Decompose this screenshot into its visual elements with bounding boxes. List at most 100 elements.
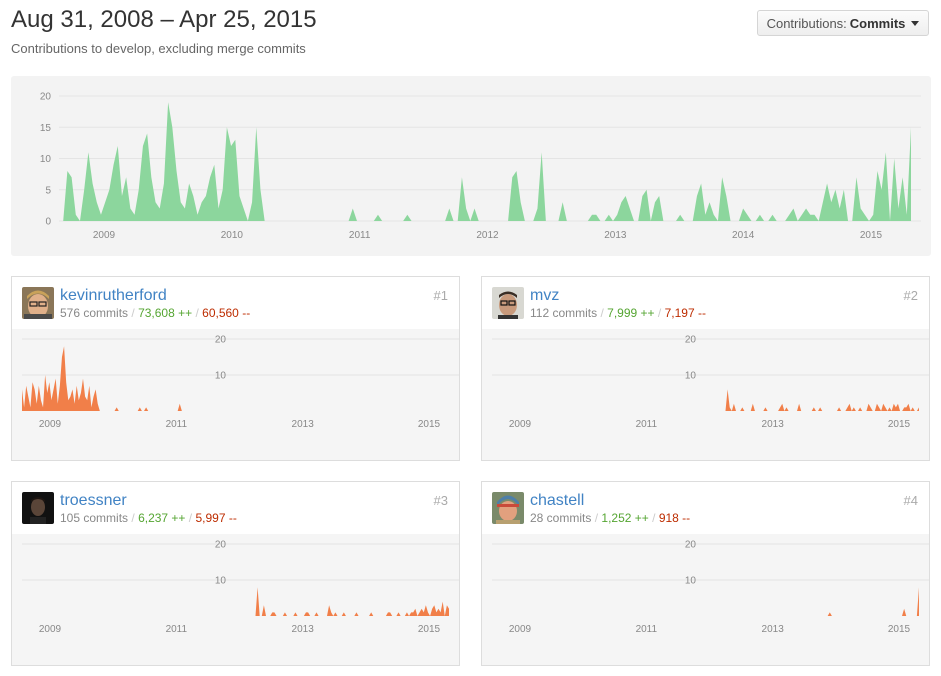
separator: / (131, 306, 135, 320)
commits-area (59, 102, 911, 221)
additions-count: 6,237 ++ (138, 511, 186, 525)
contributor-rank: #2 (903, 288, 918, 303)
x-tick-label: 2011 (349, 230, 371, 241)
y-tick-label: 10 (685, 576, 697, 587)
commits-area (22, 587, 449, 616)
commit-count: 576 commits (60, 306, 129, 320)
main-contributions-graph: 0 5 10 15 20 2009 2010 2011 2012 2013 2014 2015 (11, 76, 931, 256)
contributor-graph-svg: 10 20 2009 2011 2013 2015 (492, 540, 929, 635)
contributor-stats: 105 commits / 6,237 ++ / 5,997 -- (60, 511, 237, 525)
x-tick-label: 2013 (762, 419, 785, 430)
commit-count: 28 commits (530, 511, 592, 525)
commits-area (22, 346, 449, 411)
separator: / (600, 306, 604, 320)
y-tick-label: 15 (40, 123, 52, 134)
contributor-graph-svg: 10 20 2009 2011 2013 2015 (492, 335, 929, 430)
contributions-label: Contributions: (766, 15, 847, 31)
page-title: Aug 31, 2008 – Apr 25, 2015 (11, 6, 317, 33)
x-tick-label: 2013 (604, 230, 627, 241)
contributor-stats: 28 commits / 1,252 ++ / 918 -- (530, 511, 690, 525)
contributor-login-link[interactable]: kevinrutherford (60, 287, 167, 305)
x-tick-label: 2015 (860, 230, 883, 241)
x-tick-label: 2009 (93, 230, 116, 241)
y-tick-label: 20 (215, 540, 227, 551)
contributor-card: mvz 112 commits / 7,999 ++ / 7,197 -- #2… (481, 276, 930, 461)
x-tick-label: 2011 (166, 624, 188, 635)
separator: / (657, 306, 662, 320)
contributor-graph: 10 20 2009 2011 2013 2015 (482, 534, 929, 665)
contributor-stats: 576 commits / 73,608 ++ / 60,560 -- (60, 306, 250, 320)
contributor-graph: 10 20 2009 2011 2013 2015 (12, 534, 459, 665)
x-tick-label: 2009 (39, 419, 62, 430)
contributions-value: Commits (849, 15, 906, 31)
y-tick-label: 5 (45, 185, 51, 196)
avatar-beanie-icon[interactable] (492, 492, 524, 524)
y-tick-label: 20 (40, 92, 52, 103)
contributor-card-header: mvz 112 commits / 7,999 ++ / 7,197 -- #2 (482, 277, 929, 329)
contributor-graph-svg: 10 20 2009 2011 2013 2015 (22, 335, 459, 430)
contributor-rank: #3 (433, 493, 448, 508)
y-tick-label: 10 (215, 371, 227, 382)
separator: / (594, 511, 599, 525)
contributor-card: chastell 28 commits / 1,252 ++ / 918 -- … (481, 481, 930, 666)
x-tick-label: 2013 (292, 419, 315, 430)
page-subtitle: Contributions to develop, excluding merg… (11, 41, 306, 56)
additions-count: 7,999 ++ (607, 306, 655, 320)
contributor-graph-svg: 10 20 2009 2011 2013 2015 (22, 540, 459, 635)
deletions-count: 918 -- (658, 511, 691, 525)
x-tick-label: 2011 (636, 419, 658, 430)
contributions-type-dropdown[interactable]: Contributions: Commits (757, 10, 929, 36)
commit-count: 105 commits (60, 511, 129, 525)
y-tick-label: 10 (40, 154, 52, 165)
x-tick-label: 2011 (166, 419, 188, 430)
contributor-rank: #1 (433, 288, 448, 303)
y-tick-label: 20 (685, 540, 697, 551)
contributor-card-header: troessner 105 commits / 6,237 ++ / 5,997… (12, 482, 459, 534)
y-tick-label: 20 (215, 335, 227, 346)
x-tick-label: 2009 (509, 624, 532, 635)
contributor-card: kevinrutherford 576 commits / 73,608 ++ … (11, 276, 460, 461)
contributor-login-link[interactable]: troessner (60, 492, 127, 510)
x-tick-label: 2009 (509, 419, 532, 430)
commits-area (492, 587, 919, 616)
deletions-count: 7,197 -- (664, 306, 706, 320)
avatar-dark-icon[interactable] (22, 492, 54, 524)
additions-count: 1,252 ++ (601, 511, 649, 525)
separator: / (195, 306, 199, 320)
x-tick-label: 2014 (732, 230, 755, 241)
contributor-rank: #4 (903, 493, 918, 508)
x-tick-label: 2011 (636, 624, 658, 635)
commits-area (492, 389, 919, 411)
avatar-glasses-icon[interactable] (492, 287, 524, 319)
avatar-blond-glasses-icon[interactable] (22, 287, 54, 319)
main-graph-svg: 0 5 10 15 20 2009 2010 2011 2012 2013 2014 2015 (40, 92, 921, 241)
contributor-graph: 10 20 2009 2011 2013 2015 (482, 329, 929, 460)
contributor-graph: 10 20 2009 2011 2013 2015 (12, 329, 459, 460)
contributor-login-link[interactable]: chastell (530, 492, 584, 510)
x-tick-label: 2015 (888, 419, 911, 430)
contributor-card-header: chastell 28 commits / 1,252 ++ / 918 -- … (482, 482, 929, 534)
contributor-stats: 112 commits / 7,999 ++ / 7,197 -- (530, 306, 706, 320)
x-tick-label: 2013 (292, 624, 315, 635)
commit-count: 112 commits (530, 306, 598, 320)
x-tick-label: 2010 (221, 230, 244, 241)
y-tick-label: 20 (685, 335, 697, 346)
y-tick-label: 10 (215, 576, 227, 587)
contributor-card: troessner 105 commits / 6,237 ++ / 5,997… (11, 481, 460, 666)
contributor-login-link[interactable]: mvz (530, 287, 559, 305)
deletions-count: 60,560 -- (202, 306, 251, 320)
x-tick-label: 2009 (39, 624, 62, 635)
separator: / (188, 511, 193, 525)
x-tick-label: 2015 (888, 624, 911, 635)
x-tick-label: 2015 (418, 624, 441, 635)
caret-down-icon (911, 21, 920, 26)
additions-count: 73,608 ++ (138, 306, 193, 320)
separator: / (652, 511, 656, 525)
deletions-count: 5,997 -- (195, 511, 237, 525)
x-tick-label: 2013 (762, 624, 785, 635)
x-tick-label: 2012 (476, 230, 499, 241)
x-tick-label: 2015 (418, 419, 441, 430)
contributor-card-header: kevinrutherford 576 commits / 73,608 ++ … (12, 277, 459, 329)
separator: / (131, 511, 135, 525)
y-tick-label: 0 (45, 217, 51, 228)
